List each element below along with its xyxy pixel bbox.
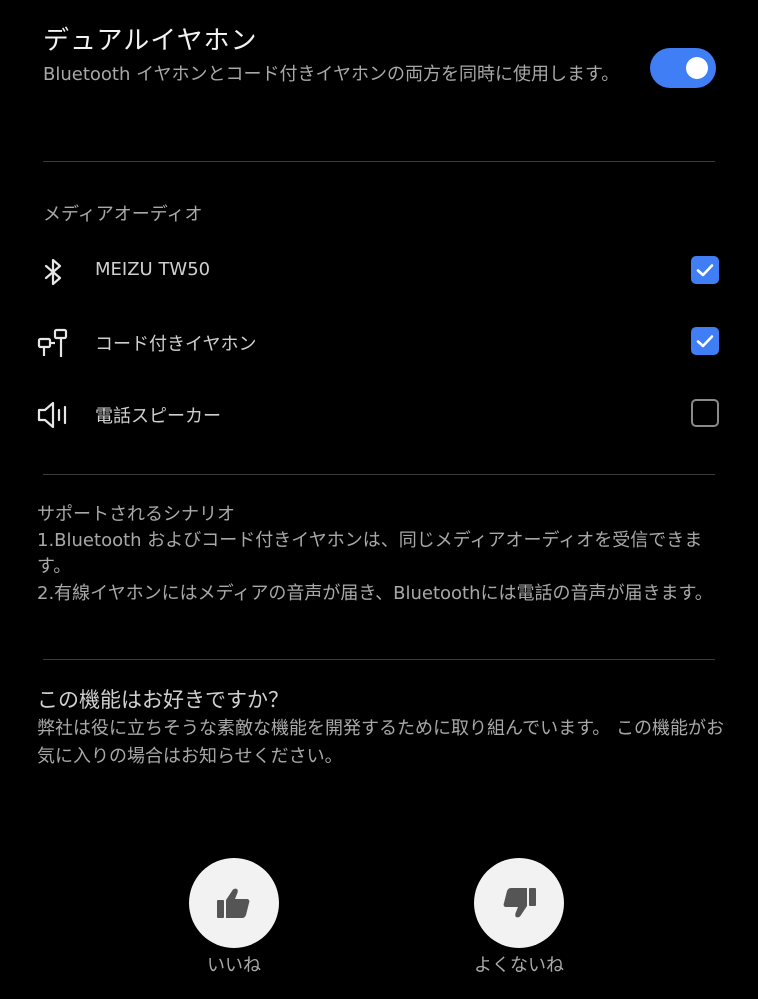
device-row-bluetooth[interactable]: MEIZU TW50 [36,249,722,293]
dual-earphone-toggle[interactable] [650,48,716,88]
page-title: デュアルイヤホン [43,26,258,56]
divider [43,474,715,475]
checkbox-speaker[interactable] [691,399,719,427]
device-name: 電話スピーカー [95,406,221,427]
scenario-line-1: 1.Bluetooth およびコード付きイヤホンは、同じメディアオーディオを受信… [37,530,703,577]
device-row-speaker[interactable]: 電話スピーカー [36,392,722,436]
thumbs-up-icon [217,888,250,918]
speaker-icon [36,398,70,432]
device-name: MEIZU TW50 [95,259,211,280]
feedback-text: 弊社は役に立ちそうな素敵な機能を開発するために取り組んでいます。 この機能がお気… [37,718,725,767]
toggle-knob [686,57,708,79]
like-label: いいね [207,955,261,976]
checkbox-wired[interactable] [691,327,719,355]
dislike-button[interactable]: よくないね [444,858,594,978]
checkbox-bluetooth[interactable] [691,256,719,284]
section-label-media-audio: メディアオーディオ [43,204,203,225]
dislike-label: よくないね [474,955,564,976]
device-name: コード付きイヤホン [95,334,257,355]
feedback-question: この機能はお好きですか？ [37,688,289,712]
bluetooth-icon [36,255,70,289]
scenarios-title: サポートされるシナリオ [37,504,235,525]
page-subtitle: Bluetooth イヤホンとコード付きイヤホンの両方を同時に使用します。 [43,64,620,85]
divider [43,659,715,660]
scenario-line-2: 2.有線イヤホンにはメディアの音声が届き、Bluetoothには電話の音声が届き… [37,583,713,604]
like-button[interactable]: いいね [159,858,309,978]
dislike-circle[interactable] [474,858,564,948]
like-circle[interactable] [189,858,279,948]
divider [43,161,715,162]
thumbs-down-icon [503,888,536,918]
wired-earphone-icon [36,326,70,360]
device-row-wired[interactable]: コード付きイヤホン [36,320,722,364]
